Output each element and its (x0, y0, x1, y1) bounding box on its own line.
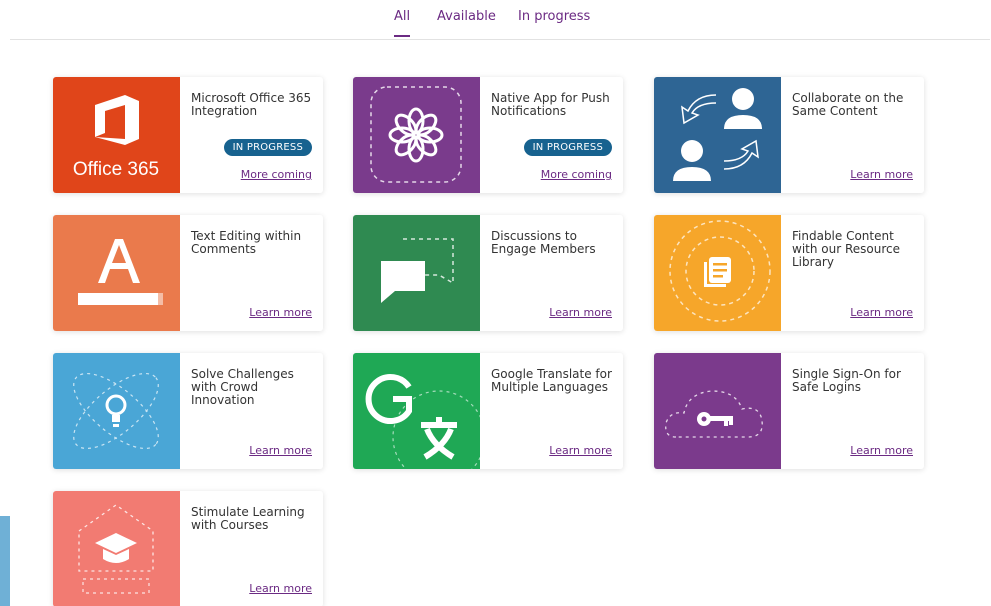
chat-bubble-icon (353, 215, 480, 331)
status-badge: IN PROGRESS (223, 139, 312, 156)
learn-more-link[interactable]: Learn more (249, 582, 312, 595)
graduation-cap-icon (53, 491, 180, 606)
feature-card-single-sign-on: Single Sign-On for Safe Logins Learn mor… (654, 353, 924, 469)
card-title: Google Translate for Multiple Languages (491, 367, 612, 394)
more-coming-link[interactable]: More coming (541, 168, 612, 181)
card-title: Text Editing within Comments (191, 229, 302, 256)
side-panel-edge (0, 516, 10, 606)
lightbulb-icon (53, 353, 180, 469)
learn-more-link[interactable]: Learn more (549, 306, 612, 319)
flower-icon (353, 77, 480, 193)
tab-available[interactable]: Available (437, 9, 496, 24)
learn-more-link[interactable]: Learn more (850, 168, 913, 181)
card-title: Microsoft Office 365 Integration (191, 91, 312, 118)
feature-card-resource-library: Findable Content with our Resource Libra… (654, 215, 924, 331)
card-title: Single Sign-On for Safe Logins (792, 367, 901, 394)
card-title: Solve Challenges with Crowd Innovation (191, 367, 294, 407)
library-icon (654, 215, 781, 331)
card-title: Collaborate on the Same Content (792, 91, 904, 118)
tab-all[interactable]: All (394, 9, 411, 37)
learn-more-link[interactable]: Learn more (549, 444, 612, 457)
more-coming-link[interactable]: More coming (241, 168, 312, 181)
collaborate-icon (654, 77, 781, 193)
key-cloud-icon (654, 353, 781, 469)
translate-icon (353, 353, 480, 469)
learn-more-link[interactable]: Learn more (249, 306, 312, 319)
card-title: Findable Content with our Resource Libra… (792, 229, 900, 269)
text-format-icon (53, 215, 180, 331)
card-title: Native App for Push Notifications (491, 91, 610, 118)
office365-thumb-text: Office 365 (73, 159, 159, 180)
learn-more-link[interactable]: Learn more (850, 444, 913, 457)
feature-card-native-app: Native App for Push Notifications IN PRO… (353, 77, 623, 193)
card-title: Discussions to Engage Members (491, 229, 596, 256)
learn-more-link[interactable]: Learn more (850, 306, 913, 319)
feature-card-crowd-innovation: Solve Challenges with Crowd Innovation L… (53, 353, 323, 469)
feature-card-discussions: Discussions to Engage Members Learn more (353, 215, 623, 331)
office365-icon: Office 365 (53, 77, 180, 193)
card-title: Stimulate Learning with Courses (191, 505, 305, 532)
feature-card-text-editing: Text Editing within Comments Learn more (53, 215, 323, 331)
feature-card-collaborate: Collaborate on the Same Content Learn mo… (654, 77, 924, 193)
feature-card-courses: Stimulate Learning with Courses Learn mo… (53, 491, 323, 606)
status-badge: IN PROGRESS (523, 139, 612, 156)
feature-card-office365: Office 365 Microsoft Office 365 Integrat… (53, 77, 323, 193)
tab-in-progress[interactable]: In progress (518, 9, 590, 24)
feature-card-google-translate: Google Translate for Multiple Languages … (353, 353, 623, 469)
learn-more-link[interactable]: Learn more (249, 444, 312, 457)
filter-tabs: All Available In progress (10, 0, 990, 40)
